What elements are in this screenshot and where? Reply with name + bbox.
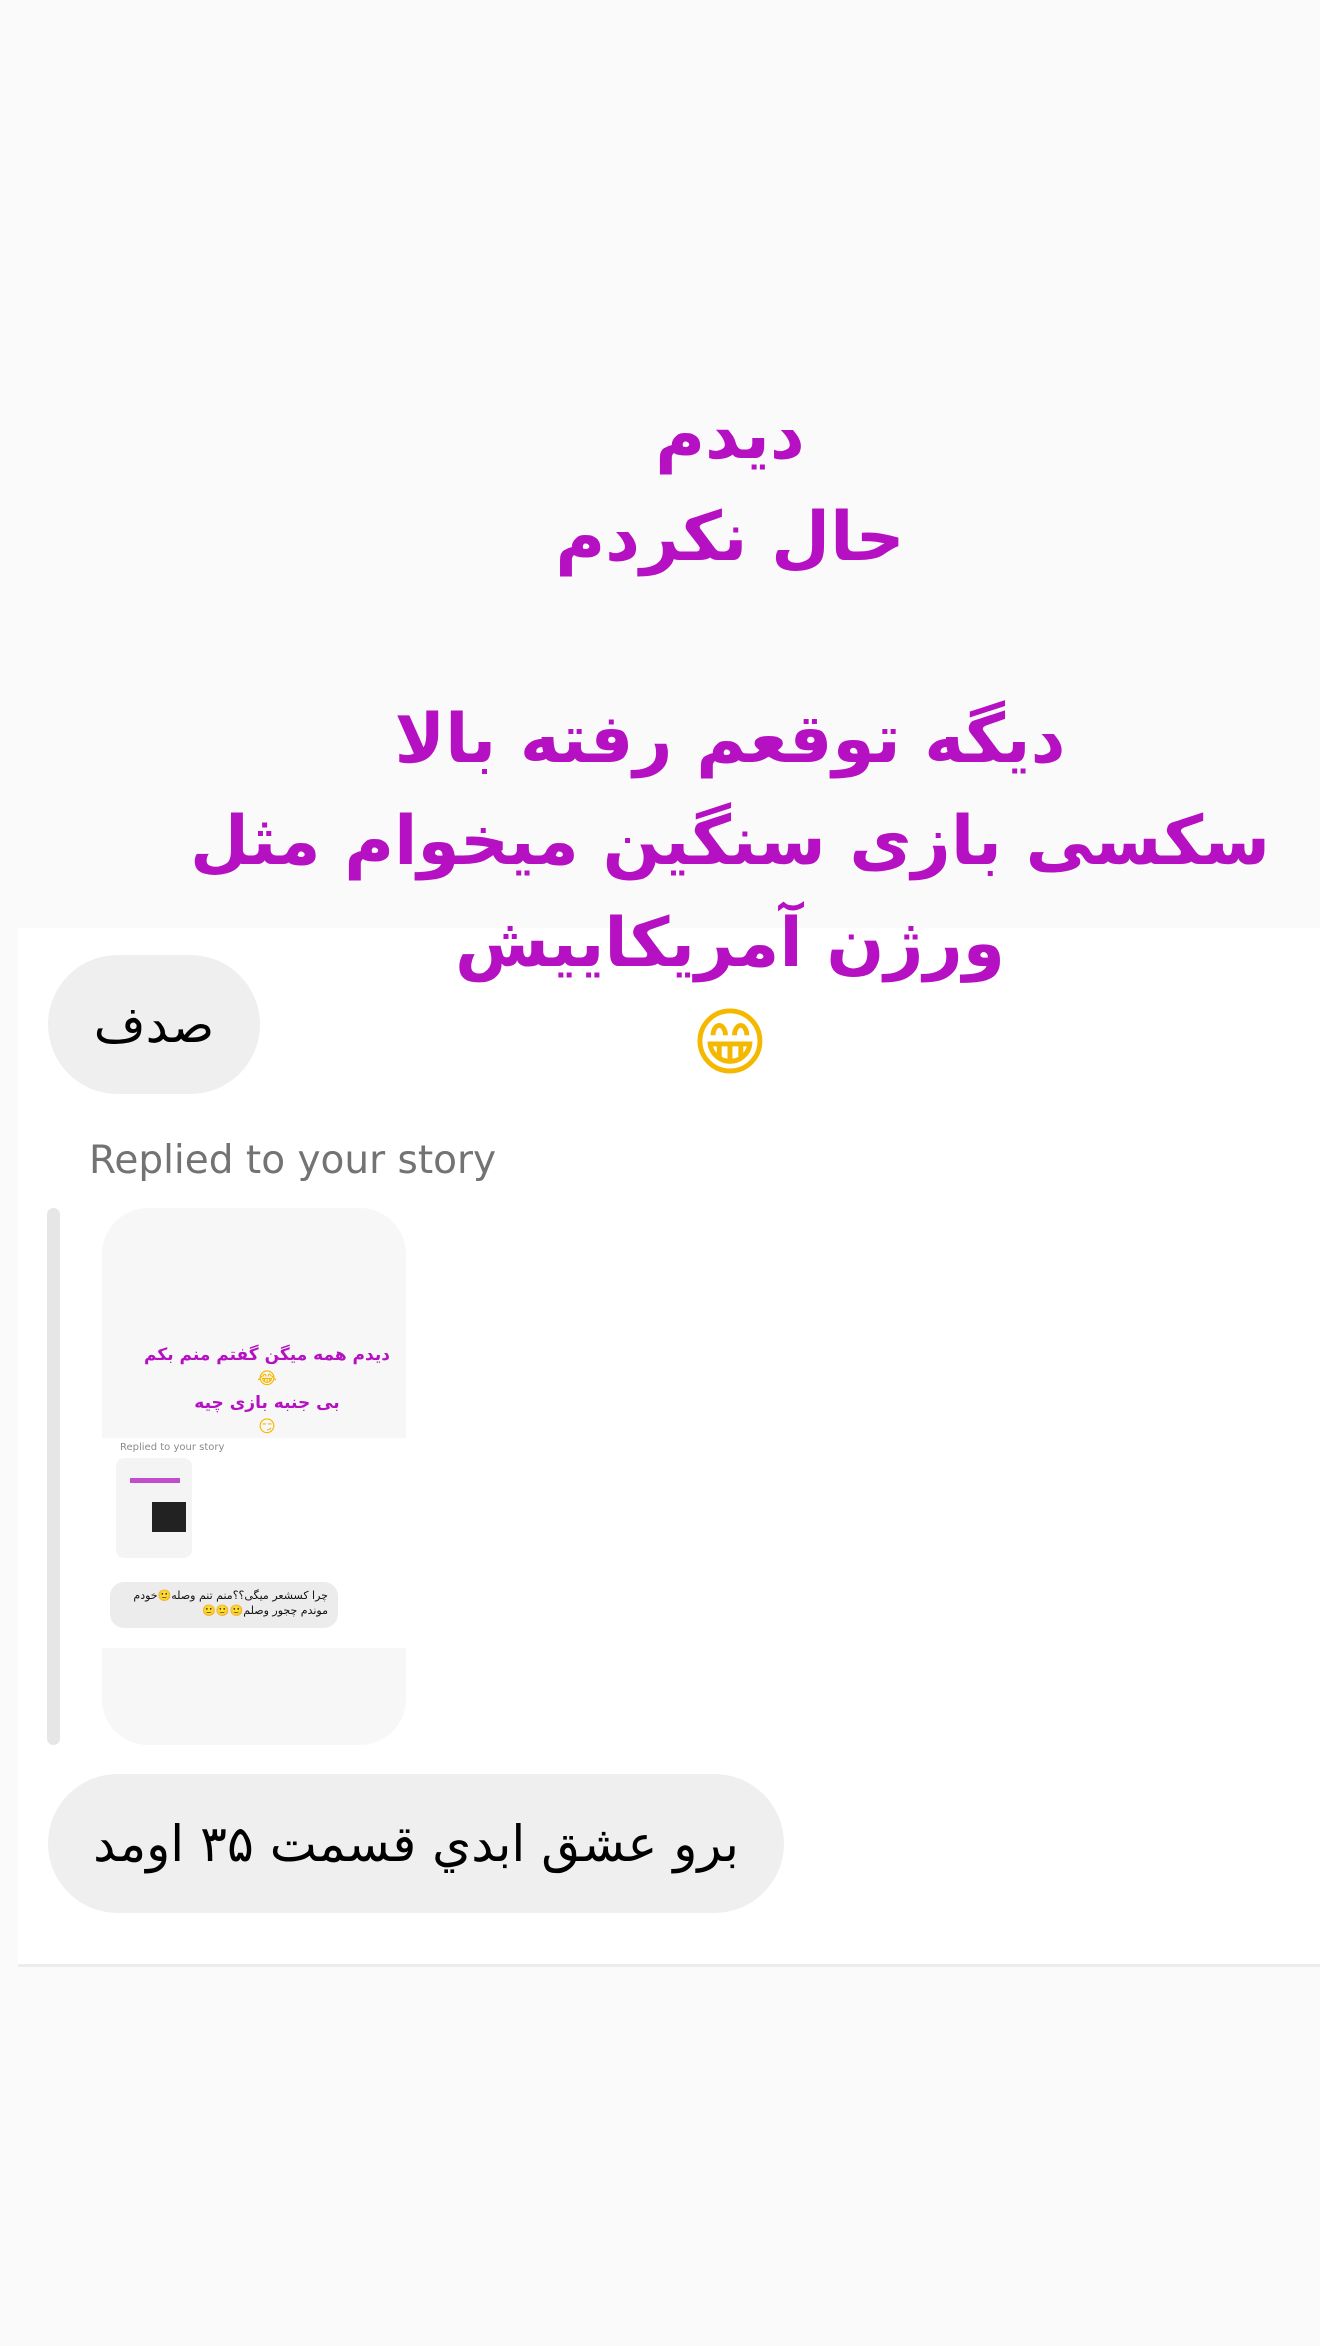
- message-bubble[interactable]: برو عشق ابدي قسمت ۳۵ اومد: [48, 1774, 784, 1913]
- overlay-line: حال نکردم: [555, 498, 905, 577]
- quote-bar: [47, 1208, 60, 1745]
- thumbnail-bubble-line: چرا کسشعر میگی؟؟منم تنم وصله🙂خودم: [133, 1589, 328, 1602]
- grinning-emoji: 😁: [691, 1000, 769, 1086]
- mini-story-text: [130, 1478, 180, 1483]
- story-text-overlay: دیدم حال نکردم دیگه توقعم رفته بالا سکسی…: [140, 385, 1320, 1091]
- overlay-spacer: [140, 589, 1320, 689]
- thumbnail-bubble-line: موندم چجور وصلم🙂🙂🙂: [202, 1604, 328, 1617]
- overlay-line: سکسی بازی سنگین میخوام مثل: [190, 802, 1270, 881]
- thumbnail-replied-label: Replied to your story: [120, 1442, 225, 1453]
- replied-to-story-label: Replied to your story: [89, 1138, 497, 1183]
- overlay-line: ورژن آمریکاییش: [454, 904, 1005, 983]
- mini-story-image: [152, 1502, 186, 1532]
- overlay-line: دیدم: [655, 396, 805, 475]
- thumbnail-mini-story: [116, 1458, 192, 1558]
- thumbnail-message-bubble: چرا کسشعر میگی؟؟منم تنم وصله🙂خودم موندم …: [110, 1582, 338, 1628]
- thumbnail-line: دیدم همه میگن گفتم منم بکم: [144, 1345, 390, 1365]
- thumbnail-emoji: 😏: [258, 1417, 276, 1437]
- thumbnail-line: بی جنبه بازی چیه: [194, 1393, 340, 1413]
- overlay-line: دیگه توقعم رفته بالا: [394, 700, 1066, 779]
- composer-divider: [18, 1964, 1320, 1967]
- story-reply-thumbnail[interactable]: دیدم همه میگن گفتم منم بکم 😂 بی جنبه باز…: [102, 1208, 406, 1745]
- message-text: برو عشق ابدي قسمت ۳۵ اومد: [93, 1814, 739, 1873]
- thumbnail-emoji: 😂: [257, 1369, 277, 1389]
- thumbnail-story-text: دیدم همه میگن گفتم منم بکم 😂 بی جنبه باز…: [132, 1343, 402, 1439]
